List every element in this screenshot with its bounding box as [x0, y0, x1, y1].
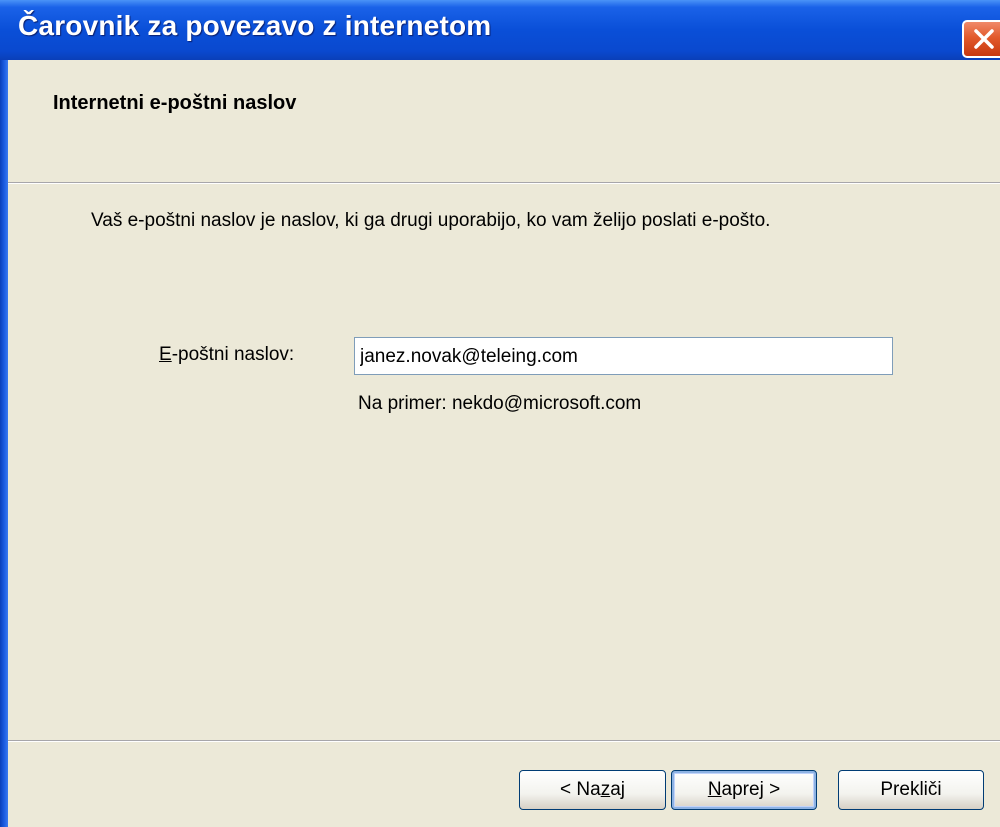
close-button[interactable]: [962, 20, 1000, 58]
back-label-prefix: < Na: [560, 779, 601, 800]
next-button[interactable]: Naprej >: [671, 770, 817, 810]
email-label: E-poštni naslov:: [159, 344, 294, 366]
next-label-accelerator: N: [707, 779, 722, 800]
header-divider-highlight: [8, 183, 1000, 184]
page-title: Internetni e-poštni naslov: [53, 92, 297, 114]
back-button[interactable]: < Nazaj: [519, 770, 666, 810]
title-bar[interactable]: Čarovnik za povezavo z internetom: [0, 0, 1000, 60]
back-label-accelerator: z: [600, 779, 611, 800]
window-title: Čarovnik za povezavo z internetom: [18, 10, 492, 41]
close-icon: [974, 29, 994, 49]
email-label-accelerator: E: [159, 344, 172, 365]
example-text: Na primer: nekdo@microsoft.com: [358, 393, 642, 414]
window-frame-left: [0, 60, 8, 827]
cancel-button[interactable]: Prekliči: [838, 770, 984, 810]
wizard-header: [8, 60, 1000, 182]
back-label-suffix: aj: [610, 779, 625, 800]
email-label-text: -poštni naslov:: [171, 344, 295, 365]
footer-divider-highlight: [8, 741, 1000, 742]
description-text: Vaš e-poštni naslov je naslov, ki ga dru…: [91, 210, 771, 231]
email-field[interactable]: [354, 337, 893, 375]
next-label-suffix: aprej >: [721, 779, 781, 800]
